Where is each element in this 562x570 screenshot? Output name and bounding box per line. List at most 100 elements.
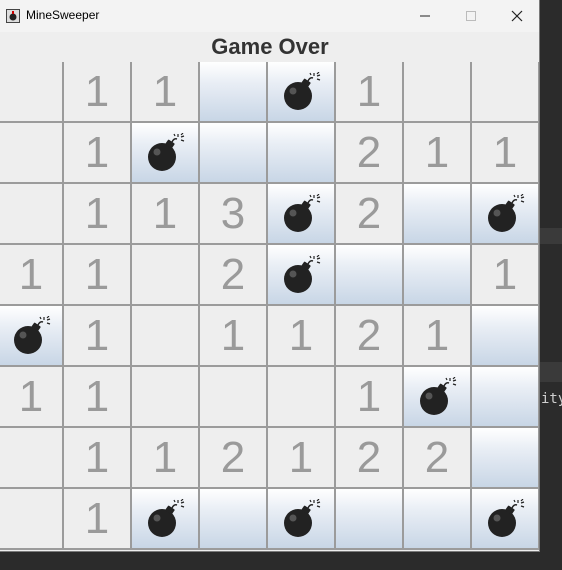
empty-cell[interactable] [0, 489, 64, 550]
mine-cell[interactable] [472, 489, 539, 550]
adjacent-count: 1 [152, 432, 178, 482]
number-cell[interactable]: 1 [132, 62, 200, 123]
bomb-icon [284, 254, 321, 293]
bomb-icon [284, 71, 321, 110]
number-cell[interactable]: 2 [336, 306, 404, 367]
unrevealed-cell[interactable] [268, 123, 336, 184]
number-cell[interactable]: 1 [64, 123, 132, 184]
unrevealed-cell[interactable] [472, 306, 539, 367]
number-cell[interactable]: 2 [404, 428, 472, 489]
number-cell[interactable]: 1 [64, 62, 132, 123]
adjacent-count: 1 [220, 310, 246, 360]
bomb-icon [284, 498, 321, 537]
adjacent-count: 1 [84, 127, 110, 177]
unrevealed-cell[interactable] [200, 489, 268, 550]
number-cell[interactable]: 1 [268, 428, 336, 489]
number-cell[interactable]: 1 [404, 123, 472, 184]
mine-cell[interactable] [404, 367, 472, 428]
adjacent-count: 1 [424, 127, 450, 177]
adjacent-count: 2 [356, 188, 382, 238]
empty-cell[interactable] [132, 245, 200, 306]
empty-cell[interactable] [0, 123, 64, 184]
adjacent-count: 2 [356, 127, 382, 177]
number-cell[interactable]: 1 [472, 123, 539, 184]
number-cell[interactable]: 2 [200, 428, 268, 489]
title-bar[interactable]: MineSweeper [0, 0, 539, 32]
number-cell[interactable]: 1 [132, 184, 200, 245]
mine-cell[interactable] [0, 306, 64, 367]
number-cell[interactable]: 1 [200, 306, 268, 367]
mine-cell[interactable] [472, 184, 539, 245]
number-cell[interactable]: 1 [64, 245, 132, 306]
number-cell[interactable]: 1 [268, 306, 336, 367]
adjacent-count: 2 [356, 310, 382, 360]
empty-cell[interactable] [0, 62, 64, 123]
empty-cell[interactable] [0, 184, 64, 245]
maximize-icon [466, 11, 476, 21]
bomb-icon [14, 315, 51, 354]
empty-cell[interactable] [200, 367, 268, 428]
bomb-icon [148, 498, 185, 537]
unrevealed-cell[interactable] [472, 428, 539, 489]
adjacent-count: 1 [84, 188, 110, 238]
adjacent-count: 1 [492, 249, 518, 299]
close-icon [511, 10, 523, 22]
number-cell[interactable]: 1 [64, 306, 132, 367]
number-cell[interactable]: 1 [64, 184, 132, 245]
unrevealed-cell[interactable] [404, 245, 472, 306]
number-cell[interactable]: 1 [472, 245, 539, 306]
bomb-icon [148, 132, 185, 171]
bomb-icon [284, 193, 321, 232]
empty-cell[interactable] [268, 367, 336, 428]
number-cell[interactable]: 2 [336, 428, 404, 489]
unrevealed-cell[interactable] [200, 62, 268, 123]
number-cell[interactable]: 1 [0, 245, 64, 306]
number-cell[interactable]: 2 [200, 245, 268, 306]
minesweeper-window: MineSweeper Game Over 111121111321121111… [0, 0, 540, 552]
mine-board: 111121111321121111211111121221 [0, 62, 539, 550]
number-cell[interactable]: 2 [336, 123, 404, 184]
adjacent-count: 1 [84, 249, 110, 299]
unrevealed-cell[interactable] [336, 489, 404, 550]
number-cell[interactable]: 1 [336, 367, 404, 428]
adjacent-count: 2 [220, 249, 246, 299]
mine-cell[interactable] [132, 489, 200, 550]
number-cell[interactable]: 1 [64, 367, 132, 428]
empty-cell[interactable] [0, 428, 64, 489]
unrevealed-cell[interactable] [404, 489, 472, 550]
empty-cell[interactable] [132, 306, 200, 367]
number-cell[interactable]: 1 [336, 62, 404, 123]
window-title: MineSweeper [26, 8, 100, 22]
adjacent-count: 1 [18, 249, 44, 299]
number-cell[interactable]: 2 [336, 184, 404, 245]
unrevealed-cell[interactable] [336, 245, 404, 306]
number-cell[interactable]: 1 [132, 428, 200, 489]
close-button[interactable] [494, 0, 539, 32]
app-icon [6, 9, 20, 23]
minimize-button[interactable] [402, 0, 448, 32]
adjacent-count: 1 [84, 371, 110, 421]
adjacent-count: 1 [18, 371, 44, 421]
empty-cell[interactable] [472, 62, 539, 123]
background-text: ity [541, 391, 562, 407]
adjacent-count: 1 [356, 371, 382, 421]
empty-cell[interactable] [132, 367, 200, 428]
adjacent-count: 1 [356, 66, 382, 116]
number-cell[interactable]: 1 [0, 367, 64, 428]
mine-cell[interactable] [268, 184, 336, 245]
adjacent-count: 1 [152, 188, 178, 238]
number-cell[interactable]: 1 [404, 306, 472, 367]
mine-cell[interactable] [132, 123, 200, 184]
number-cell[interactable]: 1 [64, 428, 132, 489]
adjacent-count: 1 [152, 66, 178, 116]
empty-cell[interactable] [404, 62, 472, 123]
unrevealed-cell[interactable] [200, 123, 268, 184]
mine-cell[interactable] [268, 489, 336, 550]
maximize-button[interactable] [448, 0, 494, 32]
number-cell[interactable]: 1 [64, 489, 132, 550]
number-cell[interactable]: 3 [200, 184, 268, 245]
unrevealed-cell[interactable] [404, 184, 472, 245]
unrevealed-cell[interactable] [472, 367, 539, 428]
mine-cell[interactable] [268, 62, 336, 123]
mine-cell[interactable] [268, 245, 336, 306]
